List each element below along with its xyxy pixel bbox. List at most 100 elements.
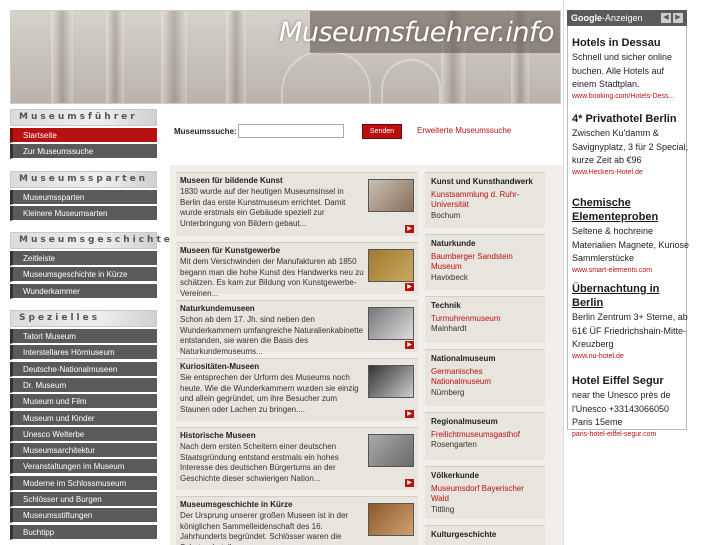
nav-item[interactable]: Zur Museumssuche [10,144,157,160]
nav-item[interactable]: Wunderkammer [10,283,157,299]
ad-url[interactable]: www.nu-hotel.de [572,352,690,362]
featured-museum-link[interactable]: Baumberger Sandstein Museum [431,252,539,273]
category-card[interactable]: Museen für bildende Kunst 1830 wurde auf… [176,172,418,236]
prev-arrow-icon[interactable]: ◀ [661,13,671,23]
featured-museum-link[interactable]: Freilichtmuseumsgasthof [431,430,539,441]
nav-section-header: Museumsführer [10,109,157,126]
ad-title[interactable]: Hotel Eiffel Segur [572,374,690,388]
card-thumbnail [368,434,414,468]
nav-item[interactable]: Interstellares Hörmuseum [10,345,157,361]
more-arrow-icon[interactable]: ▶ [405,283,414,291]
ad-description: near the Unesco près de l'Unesco +331430… [572,390,671,427]
card-thumbnail [368,365,414,399]
ad-item[interactable]: Hotel Eiffel Segur near the Unesco près … [572,374,690,440]
more-arrow-icon[interactable]: ▶ [405,225,414,233]
featured-category: Kulturgeschichte [431,530,497,539]
featured-museum: Kunst und Kunsthandwerk Kunstsammlung d.… [425,172,545,228]
nav-section-header: Museumssparten [10,171,157,188]
ad-title[interactable]: 4* Privathotel Berlin [572,112,690,126]
ad-url[interactable]: www.Heckers-Hotel.de [572,168,690,178]
featured-museum: Kulturgeschichte [425,525,545,545]
ad-title[interactable]: Hotels in Dessau [572,36,690,50]
category-card[interactable]: Naturkundemuseen Schon ab dem 17. Jh. si… [176,300,418,356]
nav-item[interactable]: Schlösser und Burgen [10,492,157,507]
next-arrow-icon[interactable]: ▶ [673,13,683,23]
ad-description: Zwischen Ku'damm & Savignyplatz, 3 für 2… [572,128,689,165]
nav-section-header: Museumsgeschichte [10,232,170,249]
card-thumbnail [368,179,414,213]
ad-url[interactable]: www.booking.com/Hotels-Dess... [572,92,690,102]
featured-museum-link[interactable]: Kunstsammlung d. Ruhr-Universität [431,190,539,211]
search-bar: Museumssuche: Senden Erweiterte Museumss… [174,124,554,142]
featured-category: Nationalmuseum [431,354,496,363]
featured-museum-place: Rosengarten [431,440,477,449]
featured-category: Naturkunde [431,239,476,248]
ad-item[interactable]: 4* Privathotel Berlin Zwischen Ku'damm &… [572,112,690,178]
featured-category: Kunst und Kunsthandwerk [431,177,533,186]
nav-item[interactable]: Museum und Film [10,394,157,410]
nav-item[interactable]: Dr. Museum [10,377,157,393]
card-thumbnail [368,249,414,283]
card-thumbnail [368,307,414,341]
ad-item[interactable]: Übernachtung in Berlin Berlin Zentrum 3+… [572,282,690,362]
nav-item[interactable]: Moderne im Schlossmuseum [10,475,157,491]
search-input[interactable] [238,124,344,138]
featured-category: Technik [431,301,461,310]
ad-title[interactable]: Chemische Elementeproben [572,196,690,224]
nav-item[interactable]: Museum und Kinder [10,410,157,426]
featured-category: Völkerkunde [431,471,480,480]
ad-url[interactable]: www.smart-elements.com [572,266,690,276]
ad-description: Schnell und sicher online buchen. Alle H… [572,52,673,89]
nav-item[interactable]: Veranstaltungen im Museum [10,459,157,475]
featured-museum-place: Mainhardt [431,324,467,333]
featured-museum-link[interactable]: Museumsdorf Bayerischer Wald [431,484,539,505]
ad-item[interactable]: Chemische Elementeproben Seltene & hochr… [572,196,690,276]
nav-item[interactable]: Buchtipp [10,524,157,540]
ad-url[interactable]: paris-hotel-eiffel-segur.com [572,430,690,440]
more-arrow-icon[interactable]: ▶ [405,341,414,349]
ad-description: Berlin Zentrum 3+ Sterne, ab 61€ ÜF Frie… [572,312,688,349]
featured-museum-place: Nürnberg [431,387,465,397]
featured-museum-place: Bochum [431,210,461,220]
ad-description: Seltene & hochreine Materialien Magnete,… [572,226,690,263]
ads-header: Google-Anzeigen ◀ ▶ [567,10,687,26]
featured-museum: Naturkunde Baumberger Sandstein Museum H… [425,234,545,290]
featured-museum: Technik Turmuhrenmuseum Mainhardt [425,296,545,343]
card-thumbnail [368,503,414,537]
more-arrow-icon[interactable]: ▶ [405,479,414,487]
featured-museum-place: Tittling [431,504,455,514]
ads-label: -Anzeigen [602,13,643,23]
ad-item[interactable]: Hotels in Dessau Schnell und sicher onli… [572,36,690,102]
more-arrow-icon[interactable]: ▶ [405,410,414,418]
category-card[interactable]: Museen für Kunstgewerbe Mit dem Verschwi… [176,242,418,298]
featured-museum-link[interactable]: Germanisches Nationalmuseum [431,367,539,388]
ad-title[interactable]: Übernachtung in Berlin [572,282,690,310]
nav-item[interactable]: Deutsche-Nationalmuseen [10,361,157,377]
page: Museumsfuehrer.info Museumsführer Startse… [0,0,727,545]
category-card[interactable]: Museumsgeschichte in Kürze Der Ursprung … [176,496,418,545]
featured-museum-link[interactable]: Turmuhrenmuseum [431,314,539,325]
category-card[interactable]: Historische Museen Nach dem ersten Schei… [176,427,418,490]
featured-museum: Nationalmuseum Germanisches Nationalmuse… [425,349,545,406]
nav-item[interactable]: Museumsstiftungen [10,508,157,524]
featured-museum: Regionalmuseum Freilichtmuseumsgasthof R… [425,412,545,460]
nav-item[interactable]: Kleinere Museumsarten [10,206,157,222]
nav-item[interactable]: Museumsarchitektur [10,443,157,459]
nav-item[interactable]: Museumssparten [10,190,157,205]
search-label: Museumssuche: [174,127,237,136]
featured-museum: Völkerkunde Museumsdorf Bayerischer Wald… [425,466,545,519]
nav-item[interactable]: Unesco Welterbe [10,426,157,442]
featured-museum-place: Havixbeck [431,272,468,282]
nav-section-header: Spezielles [10,310,157,327]
category-card[interactable]: Kuriositäten-Museen Sie entsprechen der … [176,358,418,421]
nav-item[interactable]: Museumsgeschichte in Kürze [10,267,157,283]
site-title: Museumsfuehrer.info [279,17,554,48]
featured-category: Regionalmuseum [431,417,498,426]
nav-item[interactable]: Tatort Museum [10,329,157,344]
nav-item[interactable]: Zeitleiste [10,251,157,266]
nav-item[interactable]: Startseite [10,128,157,143]
divider [563,0,564,545]
search-button[interactable]: Senden [362,124,402,139]
advanced-search-link[interactable]: Erweiterte Museumssuche [417,126,511,135]
ads-brand: Google [571,13,602,23]
